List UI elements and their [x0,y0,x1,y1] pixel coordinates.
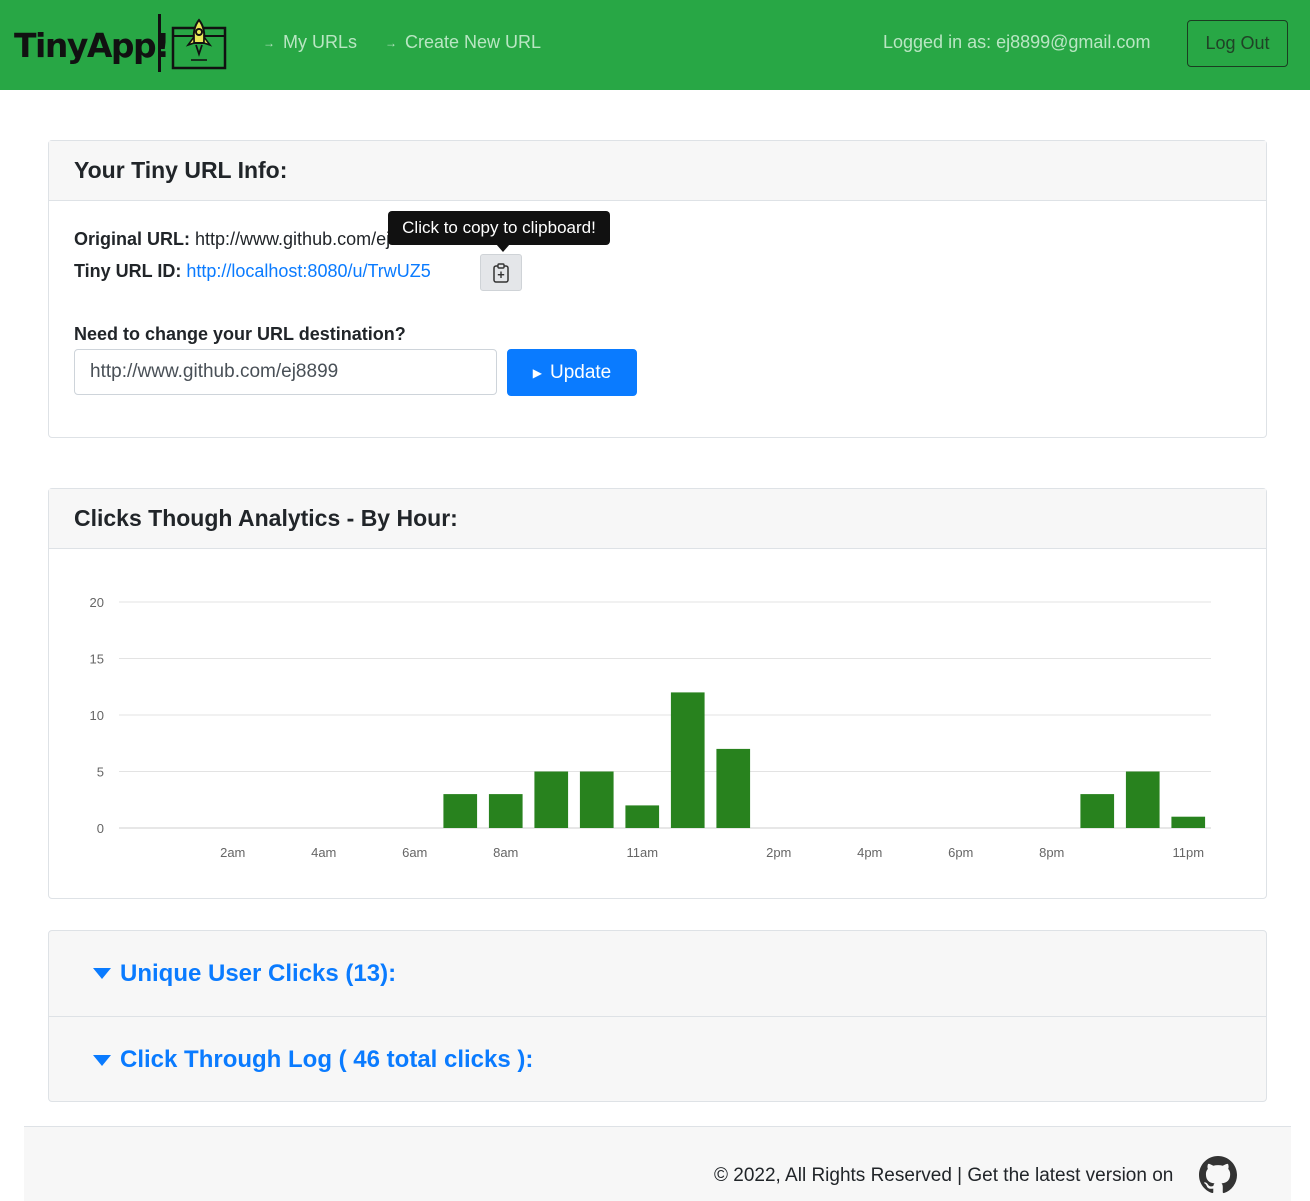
copy-clipboard-button[interactable] [480,254,522,291]
bar-7am[interactable] [443,794,478,828]
x-tick-label: 4pm [857,845,882,860]
footer: © 2022, All Rights Reserved | Get the la… [24,1126,1291,1201]
bar-9pm[interactable] [1080,794,1115,828]
arrow-right-icon: → [263,35,275,50]
analytics-card: Clicks Though Analytics - By Hour: 0 5 10 1… [48,488,1267,899]
copy-tooltip: Click to copy to clipboard! [388,211,610,245]
analytics-header: Clicks Though Analytics - By Hour: [49,489,1266,549]
tooltip-arrow [496,244,510,252]
navbar: TinyApp! → My URLs → Create New URL Logg… [0,0,1310,90]
brand-title[interactable]: TinyApp! [14,26,170,65]
logout-button[interactable]: Log Out [1187,20,1288,67]
change-destination-label: Need to change your URL destination? [74,324,406,344]
caret-down-icon [93,1054,111,1066]
original-url-line: Original URL: http://www.github.com/ej88… [74,229,430,250]
logged-in-user: Logged in as: ej8899@gmail.com [883,32,1151,52]
y-tick-label: 15 [90,652,104,667]
footer-text: © 2022, All Rights Reserved | Get the la… [714,1165,1174,1186]
bar-10am[interactable] [579,771,614,829]
bar-9am[interactable] [534,771,569,829]
clicks-by-hour-chart: 0 5 10 15 20 2am 4am 6am 8am 11am 2pm 4pm 6pm 8pm 11pm [90,595,1211,860]
nav-my-urls[interactable]: → My URLs [263,32,357,53]
clicks-accordion: Unique User Clicks (13): Click Through L… [48,930,1267,1102]
click-through-log-toggle[interactable]: Click Through Log ( 46 total clicks ): [49,1017,1266,1103]
x-tick-label: 2am [220,845,245,860]
x-tick-label: 8am [493,845,518,860]
url-destination-input[interactable] [74,349,497,395]
y-tick-label: 10 [90,708,104,723]
bar-10pm[interactable] [1125,771,1160,829]
y-tick-label: 0 [97,821,104,836]
y-tick-label: 5 [97,765,104,780]
url-info-header: Your Tiny URL Info: [49,141,1266,201]
x-tick-label: 2pm [766,845,791,860]
bar-8am[interactable] [488,794,523,828]
rocket-logo-icon[interactable] [171,16,227,72]
bar-11pm[interactable] [1171,816,1206,828]
brand-divider [158,14,161,72]
x-tick-label: 4am [311,845,336,860]
arrow-right-icon: → [385,35,397,50]
unique-user-clicks-label: Unique User Clicks (13): [120,959,397,987]
tiny-url-link[interactable]: http://localhost:8080/u/TrwUZ5 [186,261,430,281]
nav-create-label: Create New URL [405,32,542,52]
tiny-url-line: Tiny URL ID: http://localhost:8080/u/Trw… [74,261,431,282]
bar-11am[interactable] [625,805,660,828]
nav-create-new-url[interactable]: → Create New URL [385,32,541,53]
caret-down-icon [93,968,111,979]
y-tick-label: 20 [90,595,104,610]
update-button-label: Update [549,361,612,383]
original-url-label: Original URL: [74,229,190,249]
unique-user-clicks-toggle[interactable]: Unique User Clicks (13): [49,931,1266,1017]
x-tick-label: 6am [402,845,427,860]
nav-my-urls-label: My URLs [283,32,358,52]
tiny-url-label: Tiny URL ID: [74,261,182,281]
bar-12pm[interactable] [670,692,705,828]
x-tick-label: 6pm [948,845,973,860]
bar-1pm[interactable] [716,748,751,828]
x-tick-label: 11pm [1172,845,1204,860]
update-button[interactable]: ▶ Update [507,349,637,396]
x-tick-label: 11am [626,845,658,860]
x-tick-label: 8pm [1039,845,1064,860]
click-through-log-label: Click Through Log ( 46 total clicks ): [120,1046,534,1073]
url-info-card: Your Tiny URL Info: Original URL: http:/… [48,140,1267,438]
github-icon[interactable] [1199,1156,1237,1194]
play-icon: ▶ [532,365,542,380]
clipboard-icon [493,262,509,283]
